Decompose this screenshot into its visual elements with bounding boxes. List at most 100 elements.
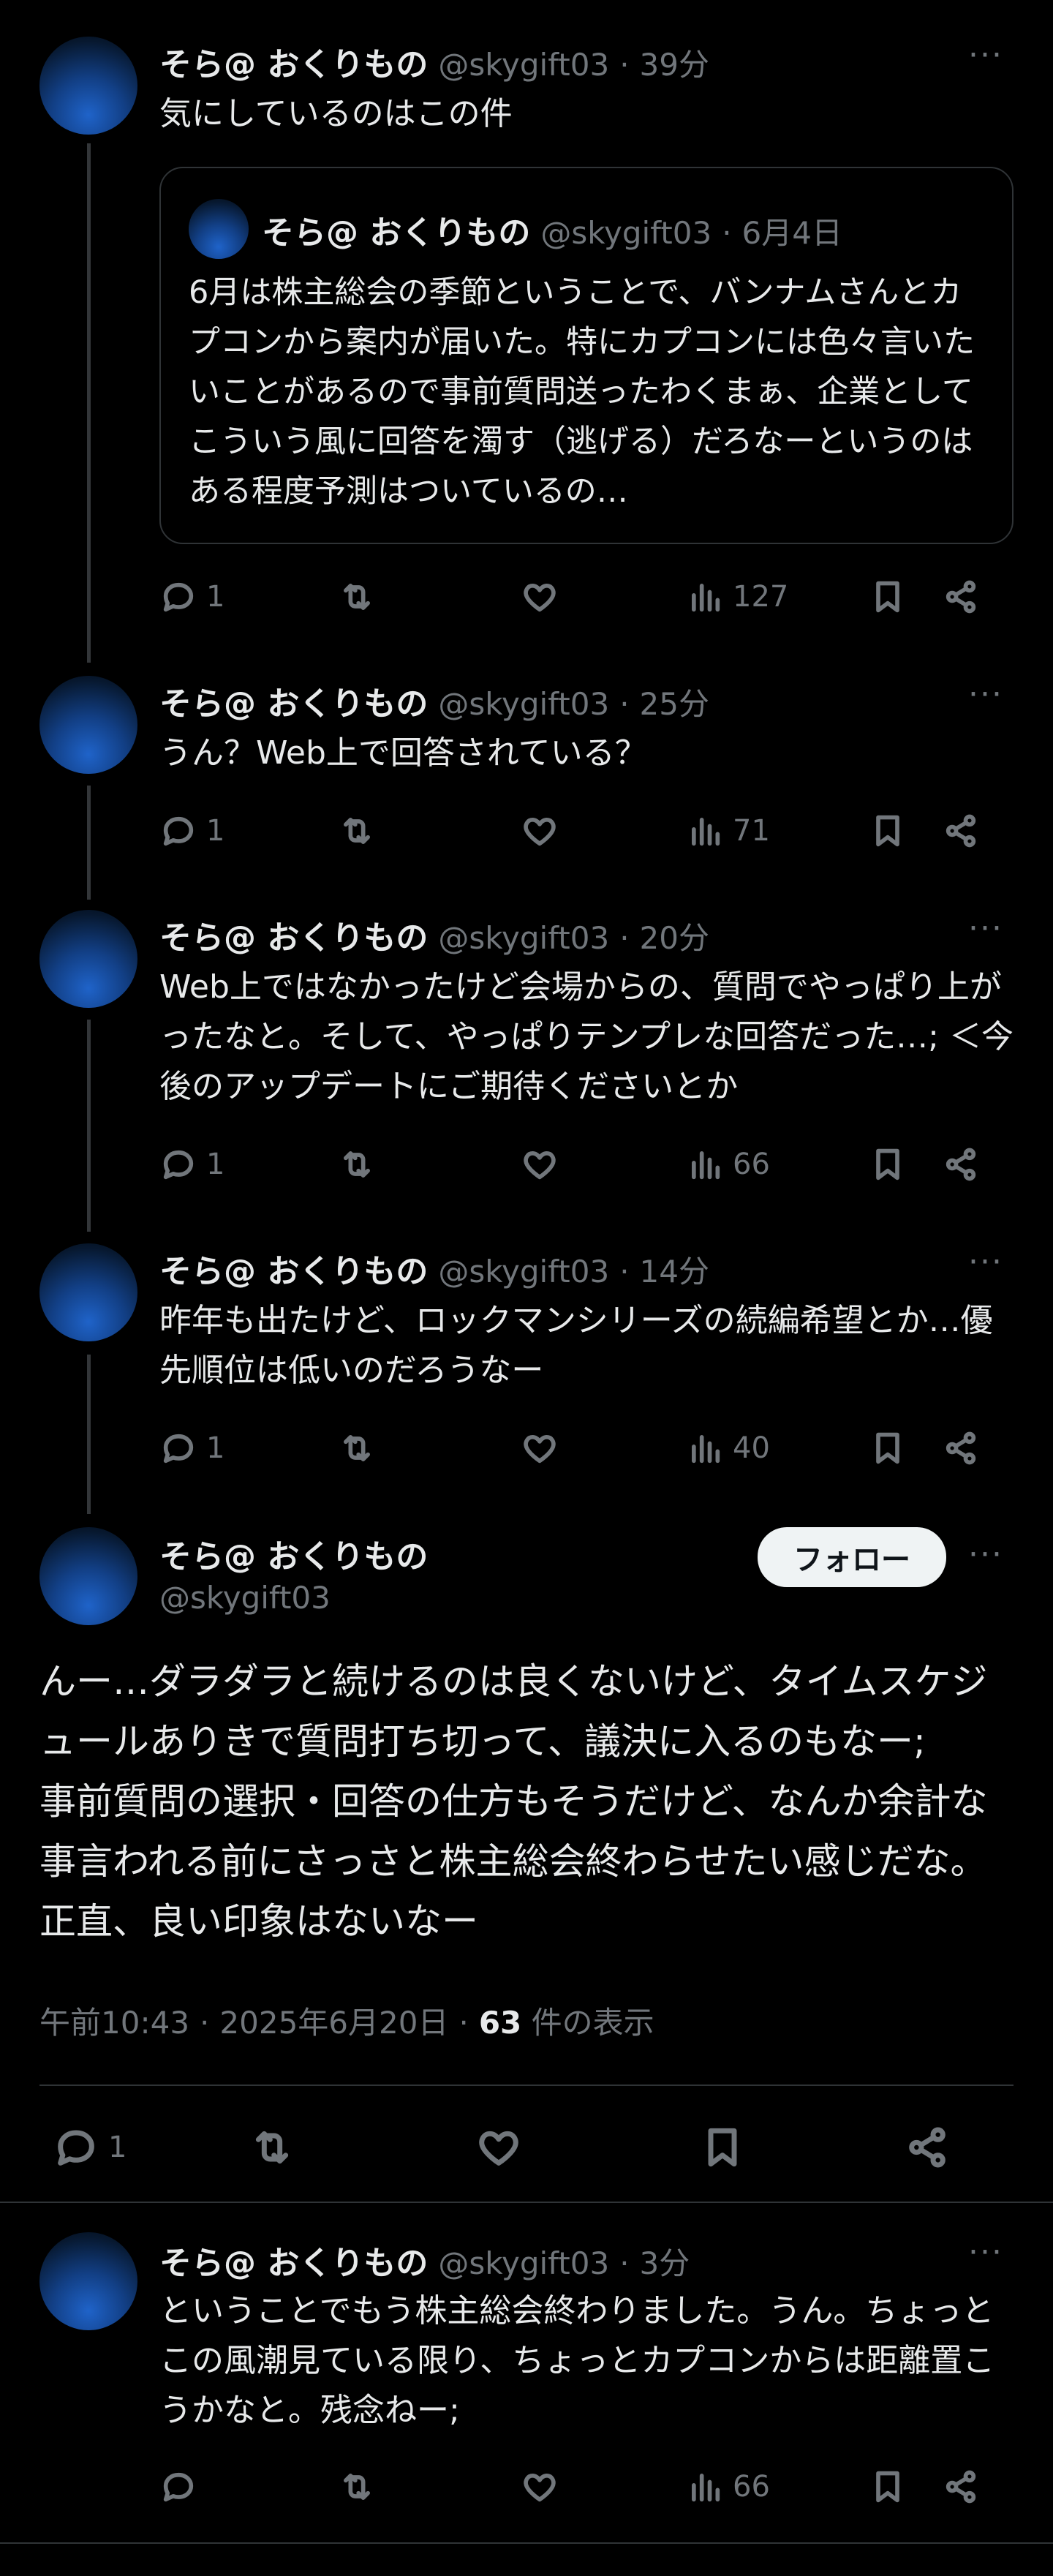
display-name[interactable]: そら@ おくりもの xyxy=(159,911,428,958)
user-handle[interactable]: @skygift03 xyxy=(438,686,609,722)
reply-icon xyxy=(159,578,197,616)
post-date[interactable]: 2025年6月20日 xyxy=(219,1998,448,2043)
display-name[interactable]: そら@ おくりもの xyxy=(159,677,428,724)
avatar[interactable] xyxy=(39,910,137,1008)
reply-button[interactable]: 1 xyxy=(159,1429,338,1467)
tweet-header: そら@ おくりもの @skygift03 · 14分 xyxy=(159,1245,709,1292)
views-button[interactable]: 40 xyxy=(686,1429,869,1467)
timestamp[interactable]: 3分 xyxy=(640,2239,690,2283)
more-icon[interactable]: ··· xyxy=(968,1536,1003,1573)
reply-icon xyxy=(159,1429,197,1467)
display-name[interactable]: そら@ おくりもの xyxy=(159,2237,428,2283)
share-button[interactable] xyxy=(904,2124,951,2171)
bookmark-button[interactable] xyxy=(699,2124,904,2171)
retweet-icon xyxy=(249,2124,295,2171)
retweet-button[interactable] xyxy=(338,578,521,616)
action-bar: 66 xyxy=(159,2468,1015,2506)
more-icon[interactable]: ··· xyxy=(968,910,1003,947)
like-button[interactable] xyxy=(521,812,686,850)
post-time[interactable]: 午前10:43 xyxy=(39,1998,189,2043)
more-icon[interactable]: ··· xyxy=(968,37,1003,74)
avatar[interactable] xyxy=(39,2232,137,2330)
separator-dot: · xyxy=(619,47,630,83)
separator-dot: · xyxy=(619,1254,630,1289)
main-tweet-meta: 午前10:43 · 2025年6月20日 · 63 件の表示 xyxy=(39,1998,654,2043)
avatar[interactable] xyxy=(39,1527,137,1625)
user-handle[interactable]: @skygift03 xyxy=(438,47,609,83)
like-button[interactable] xyxy=(521,2468,686,2506)
more-icon[interactable]: ··· xyxy=(968,676,1003,713)
share-icon xyxy=(942,578,980,616)
reply-button[interactable] xyxy=(159,2468,338,2506)
bookmark-button[interactable] xyxy=(869,812,942,850)
like-button[interactable] xyxy=(521,1145,686,1183)
retweet-button[interactable] xyxy=(338,1429,521,1467)
bookmark-button[interactable] xyxy=(869,578,942,616)
bookmark-button[interactable] xyxy=(869,2468,942,2506)
separator-dot: · xyxy=(458,2005,469,2041)
separator-dot: · xyxy=(619,920,630,956)
quote-date: 6月4日 xyxy=(741,215,842,251)
display-name[interactable]: そら@ おくりもの xyxy=(159,1245,428,1292)
separator-dot: · xyxy=(619,686,630,722)
user-handle[interactable]: @skygift03 xyxy=(438,1254,609,1289)
tweet-header: そら@ おくりもの @skygift03 · 39分 xyxy=(159,38,709,85)
views-count: 127 xyxy=(733,580,789,614)
thread-line xyxy=(87,1355,91,1514)
user-handle[interactable]: @skygift03 xyxy=(438,920,609,956)
display-name[interactable]: そら@ おくりもの xyxy=(159,38,428,85)
separator-dot: · xyxy=(722,215,732,251)
retweet-button[interactable] xyxy=(338,1145,521,1183)
views-icon xyxy=(686,812,724,850)
tweet-text: うん？Web上で回答されている？ xyxy=(159,734,647,772)
follow-button[interactable]: フォロー xyxy=(758,1527,946,1587)
tweet-text: 気にしているのはこの件 xyxy=(159,95,513,132)
tweet-text: Web上ではなかったけど会場からの、質問でやっぱり上がったなと。そして、やっぱり… xyxy=(159,968,1014,1105)
retweet-button[interactable] xyxy=(249,2124,475,2171)
like-button[interactable] xyxy=(475,2124,699,2171)
more-icon[interactable]: ··· xyxy=(968,2234,1003,2271)
retweet-button[interactable] xyxy=(338,812,521,850)
share-button[interactable] xyxy=(942,2468,980,2506)
share-button[interactable] xyxy=(942,578,980,616)
user-handle[interactable]: @skygift03 xyxy=(438,2245,609,2281)
views-icon xyxy=(686,1145,724,1183)
avatar[interactable] xyxy=(39,676,137,774)
thread-line xyxy=(87,1020,91,1232)
more-icon[interactable]: ··· xyxy=(968,1243,1003,1281)
reply-button[interactable]: 1 xyxy=(159,578,338,616)
like-button[interactable] xyxy=(521,1429,686,1467)
views-count: 66 xyxy=(733,1148,770,1181)
share-button[interactable] xyxy=(942,1145,980,1183)
reply-button[interactable]: 1 xyxy=(159,1145,338,1183)
bookmark-button[interactable] xyxy=(869,1145,942,1183)
avatar xyxy=(189,199,249,259)
display-name: そら@ おくりもの xyxy=(262,214,531,252)
timestamp[interactable]: 25分 xyxy=(640,679,709,724)
like-icon xyxy=(521,578,559,616)
quoted-tweet[interactable]: そら@ おくりもの @skygift03 · 6月4日 6月は株主総会の季節とい… xyxy=(159,167,1014,544)
views-button[interactable]: 71 xyxy=(686,812,869,850)
thread-line xyxy=(87,143,91,663)
like-icon xyxy=(521,812,559,850)
timestamp[interactable]: 14分 xyxy=(640,1247,709,1292)
reply-button[interactable]: 1 xyxy=(159,812,338,850)
avatar[interactable] xyxy=(39,37,137,135)
user-handle[interactable]: @skygift03 xyxy=(159,1580,331,1616)
reply-count: 1 xyxy=(206,814,225,848)
timestamp[interactable]: 39分 xyxy=(640,40,709,85)
views-button[interactable]: 66 xyxy=(686,2468,869,2506)
like-icon xyxy=(521,2468,559,2506)
reply-button[interactable]: 1 xyxy=(53,2124,249,2171)
share-button[interactable] xyxy=(942,812,980,850)
views-button[interactable]: 127 xyxy=(686,578,869,616)
avatar[interactable] xyxy=(39,1243,137,1341)
retweet-button[interactable] xyxy=(338,2468,521,2506)
views-button[interactable]: 66 xyxy=(686,1145,869,1183)
timestamp[interactable]: 20分 xyxy=(640,914,709,958)
bookmark-button[interactable] xyxy=(869,1429,942,1467)
display-name[interactable]: そら@ おくりもの xyxy=(159,1530,428,1577)
share-button[interactable] xyxy=(942,1429,980,1467)
like-button[interactable] xyxy=(521,578,686,616)
views-icon xyxy=(686,1429,724,1467)
